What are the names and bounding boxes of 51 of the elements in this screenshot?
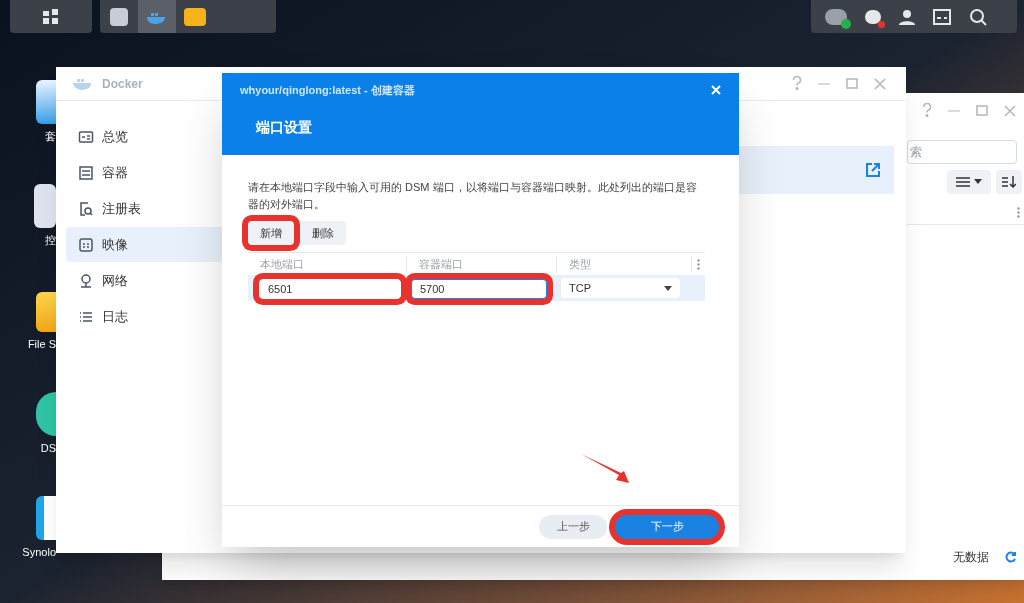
port-input[interactable]: 6501 bbox=[259, 279, 401, 299]
caret-icon bbox=[664, 285, 672, 291]
external-link-icon[interactable] bbox=[866, 163, 880, 177]
port-input[interactable]: 5700 bbox=[411, 279, 547, 299]
table-row[interactable]: 6501 5700 TCP bbox=[248, 275, 705, 301]
close-icon[interactable] bbox=[711, 85, 721, 96]
protocol-select[interactable]: TCP bbox=[561, 278, 680, 298]
app-label: Synolo bbox=[22, 544, 56, 560]
registry-icon bbox=[78, 200, 94, 217]
sidebar-item[interactable]: 注册表 bbox=[66, 191, 222, 226]
sort-button[interactable] bbox=[996, 170, 1022, 194]
column-header: 本地端口 bbox=[248, 255, 407, 273]
window-title: Docker bbox=[102, 75, 143, 93]
more-icon[interactable] bbox=[697, 258, 700, 270]
toolbar-button[interactable]: 删除 bbox=[300, 221, 346, 245]
sidebar-item[interactable]: 日志 bbox=[66, 299, 222, 334]
image-icon bbox=[78, 236, 94, 253]
container-icon bbox=[78, 164, 94, 181]
column-header: 容器端口 bbox=[407, 255, 557, 273]
sort-icon bbox=[1002, 176, 1016, 188]
column-header: 类型 bbox=[557, 255, 692, 273]
search-icon[interactable] bbox=[969, 7, 987, 26]
view-menu-button[interactable] bbox=[947, 170, 991, 194]
widget-icon[interactable] bbox=[933, 8, 951, 25]
app-label: 套 bbox=[45, 128, 56, 144]
app-icon[interactable] bbox=[36, 495, 56, 540]
status-text: 无数据 bbox=[953, 549, 989, 566]
app-label: 控 bbox=[45, 232, 56, 248]
description: 请在本地端口字段中输入可用的 DSM 端口，以将端口与容器端口映射。此处列出的端口是容器的对外端口。 bbox=[248, 180, 698, 212]
back-button[interactable]: 上一步 bbox=[539, 514, 607, 539]
app-icon[interactable] bbox=[36, 391, 56, 436]
section-title: 端口设置 bbox=[255, 117, 313, 137]
app-icon[interactable] bbox=[36, 291, 56, 332]
app-icon[interactable] bbox=[34, 183, 56, 228]
sidebar-item[interactable]: 容器 bbox=[66, 155, 222, 190]
refresh-icon[interactable] bbox=[1005, 551, 1017, 563]
app-icon[interactable] bbox=[36, 79, 56, 124]
app-label: File S bbox=[27, 336, 56, 352]
sidebar-item[interactable]: 总览 bbox=[66, 119, 222, 154]
overview-icon bbox=[78, 128, 94, 145]
sidebar-item[interactable]: 映像 bbox=[66, 227, 222, 262]
dialog-title: whyour/qinglong:latest - 创建容器 bbox=[240, 83, 416, 98]
caret-icon bbox=[974, 179, 982, 185]
grid-icon[interactable] bbox=[43, 8, 59, 25]
network-icon bbox=[78, 272, 94, 289]
user-icon[interactable] bbox=[899, 8, 915, 25]
sidebar-item[interactable]: 网络 bbox=[66, 263, 222, 298]
list-icon bbox=[956, 176, 970, 188]
more-icon[interactable] bbox=[1017, 206, 1020, 218]
folder-icon[interactable] bbox=[184, 7, 206, 26]
app-label: DS bbox=[40, 440, 56, 456]
